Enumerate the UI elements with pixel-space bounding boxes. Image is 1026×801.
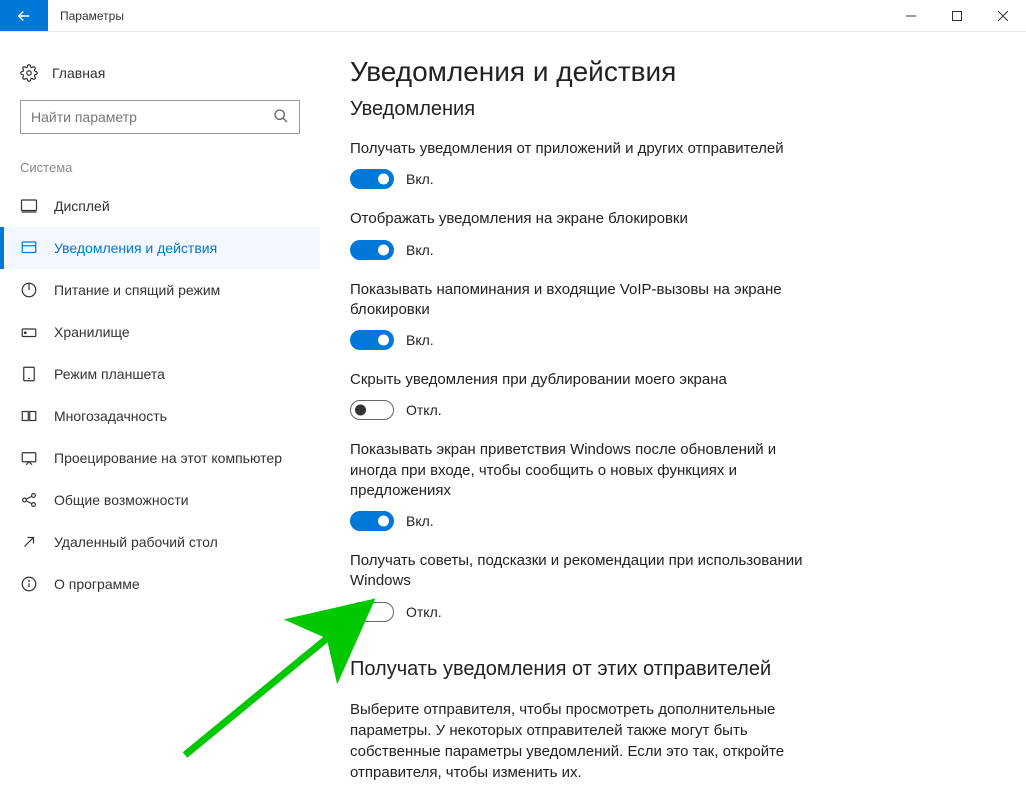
- gear-icon: [20, 64, 38, 82]
- nav-label: Дисплей: [54, 198, 110, 214]
- sidebar-item-about[interactable]: О программе: [0, 563, 320, 605]
- window-controls: [888, 0, 1026, 31]
- senders-description: Выберите отправителя, чтобы просмотреть …: [350, 699, 820, 783]
- nav-label: Питание и спящий режим: [54, 282, 220, 298]
- window-title: Параметры: [48, 0, 888, 31]
- toggle-switch[interactable]: [350, 330, 394, 350]
- sidebar-item-shared[interactable]: Общие возможности: [0, 479, 320, 521]
- tablet-icon: [20, 365, 38, 383]
- info-icon: [20, 575, 38, 593]
- nav-label: Хранилище: [54, 324, 130, 340]
- nav-label: О программе: [54, 576, 140, 592]
- maximize-button[interactable]: [934, 0, 980, 31]
- sidebar-item-notifications[interactable]: Уведомления и действия: [0, 227, 320, 269]
- nav-label: Проецирование на этот компьютер: [54, 450, 282, 466]
- close-button[interactable]: [980, 0, 1026, 31]
- home-label: Главная: [52, 65, 105, 81]
- toggle-state-label: Вкл.: [406, 242, 434, 258]
- toggle-switch[interactable]: [350, 240, 394, 260]
- toggle-switch[interactable]: [350, 511, 394, 531]
- setting-label: Получать советы, подсказки и рекомендаци…: [350, 551, 820, 592]
- sidebar-item-power[interactable]: Питание и спящий режим: [0, 269, 320, 311]
- power-icon: [20, 281, 38, 299]
- nav-label: Удаленный рабочий стол: [54, 534, 218, 550]
- setting-item: Получать советы, подсказки и рекомендаци…: [350, 551, 820, 622]
- remote-icon: [20, 533, 38, 551]
- nav-label: Многозадачность: [54, 408, 167, 424]
- sidebar-item-projecting[interactable]: Проецирование на этот компьютер: [0, 437, 320, 479]
- storage-icon: [20, 323, 38, 341]
- toggle-state-label: Вкл.: [406, 513, 434, 529]
- search-icon: [273, 108, 289, 127]
- senders-heading: Получать уведомления от этих отправителе…: [350, 658, 986, 681]
- nav-label: Общие возможности: [54, 492, 189, 508]
- setting-label: Скрыть уведомления при дублировании моег…: [350, 370, 820, 390]
- multitasking-icon: [20, 407, 38, 425]
- search-placeholder: Найти параметр: [31, 109, 137, 125]
- sidebar-item-tablet[interactable]: Режим планшета: [0, 353, 320, 395]
- setting-label: Получать уведомления от приложений и дру…: [350, 139, 820, 159]
- setting-item: Показывать напоминания и входящие VoIP-в…: [350, 280, 820, 351]
- back-button[interactable]: [0, 0, 48, 31]
- setting-label: Показывать напоминания и входящие VoIP-в…: [350, 280, 820, 321]
- main-content: Уведомления и действия Уведомления Получ…: [320, 32, 1026, 801]
- search-input[interactable]: Найти параметр: [20, 100, 300, 134]
- toggle-state-label: Вкл.: [406, 171, 434, 187]
- nav-label: Режим планшета: [54, 366, 165, 382]
- toggle-switch[interactable]: [350, 602, 394, 622]
- sidebar: Главная Найти параметр Система Дисплей У…: [0, 32, 320, 801]
- setting-item: Отображать уведомления на экране блокиро…: [350, 209, 820, 259]
- toggle-switch[interactable]: [350, 400, 394, 420]
- home-link[interactable]: Главная: [0, 56, 320, 96]
- sidebar-item-storage[interactable]: Хранилище: [0, 311, 320, 353]
- setting-label: Показывать экран приветствия Windows пос…: [350, 440, 820, 501]
- toggle-switch[interactable]: [350, 169, 394, 189]
- page-heading: Уведомления и действия: [350, 56, 986, 88]
- sidebar-item-multitasking[interactable]: Многозадачность: [0, 395, 320, 437]
- toggle-state-label: Откл.: [406, 604, 442, 620]
- shared-icon: [20, 491, 38, 509]
- setting-item: Показывать экран приветствия Windows пос…: [350, 440, 820, 531]
- sidebar-item-display[interactable]: Дисплей: [0, 185, 320, 227]
- category-label: Система: [0, 152, 320, 185]
- nav-label: Уведомления и действия: [54, 240, 217, 256]
- projecting-icon: [20, 449, 38, 467]
- setting-item: Скрыть уведомления при дублировании моег…: [350, 370, 820, 420]
- titlebar: Параметры: [0, 0, 1026, 32]
- display-icon: [20, 197, 38, 215]
- toggle-state-label: Вкл.: [406, 332, 434, 348]
- setting-label: Отображать уведомления на экране блокиро…: [350, 209, 820, 229]
- page-subheading: Уведомления: [350, 98, 986, 121]
- notifications-icon: [20, 239, 38, 257]
- toggle-state-label: Откл.: [406, 402, 442, 418]
- sidebar-item-remote[interactable]: Удаленный рабочий стол: [0, 521, 320, 563]
- setting-item: Получать уведомления от приложений и дру…: [350, 139, 820, 189]
- minimize-button[interactable]: [888, 0, 934, 31]
